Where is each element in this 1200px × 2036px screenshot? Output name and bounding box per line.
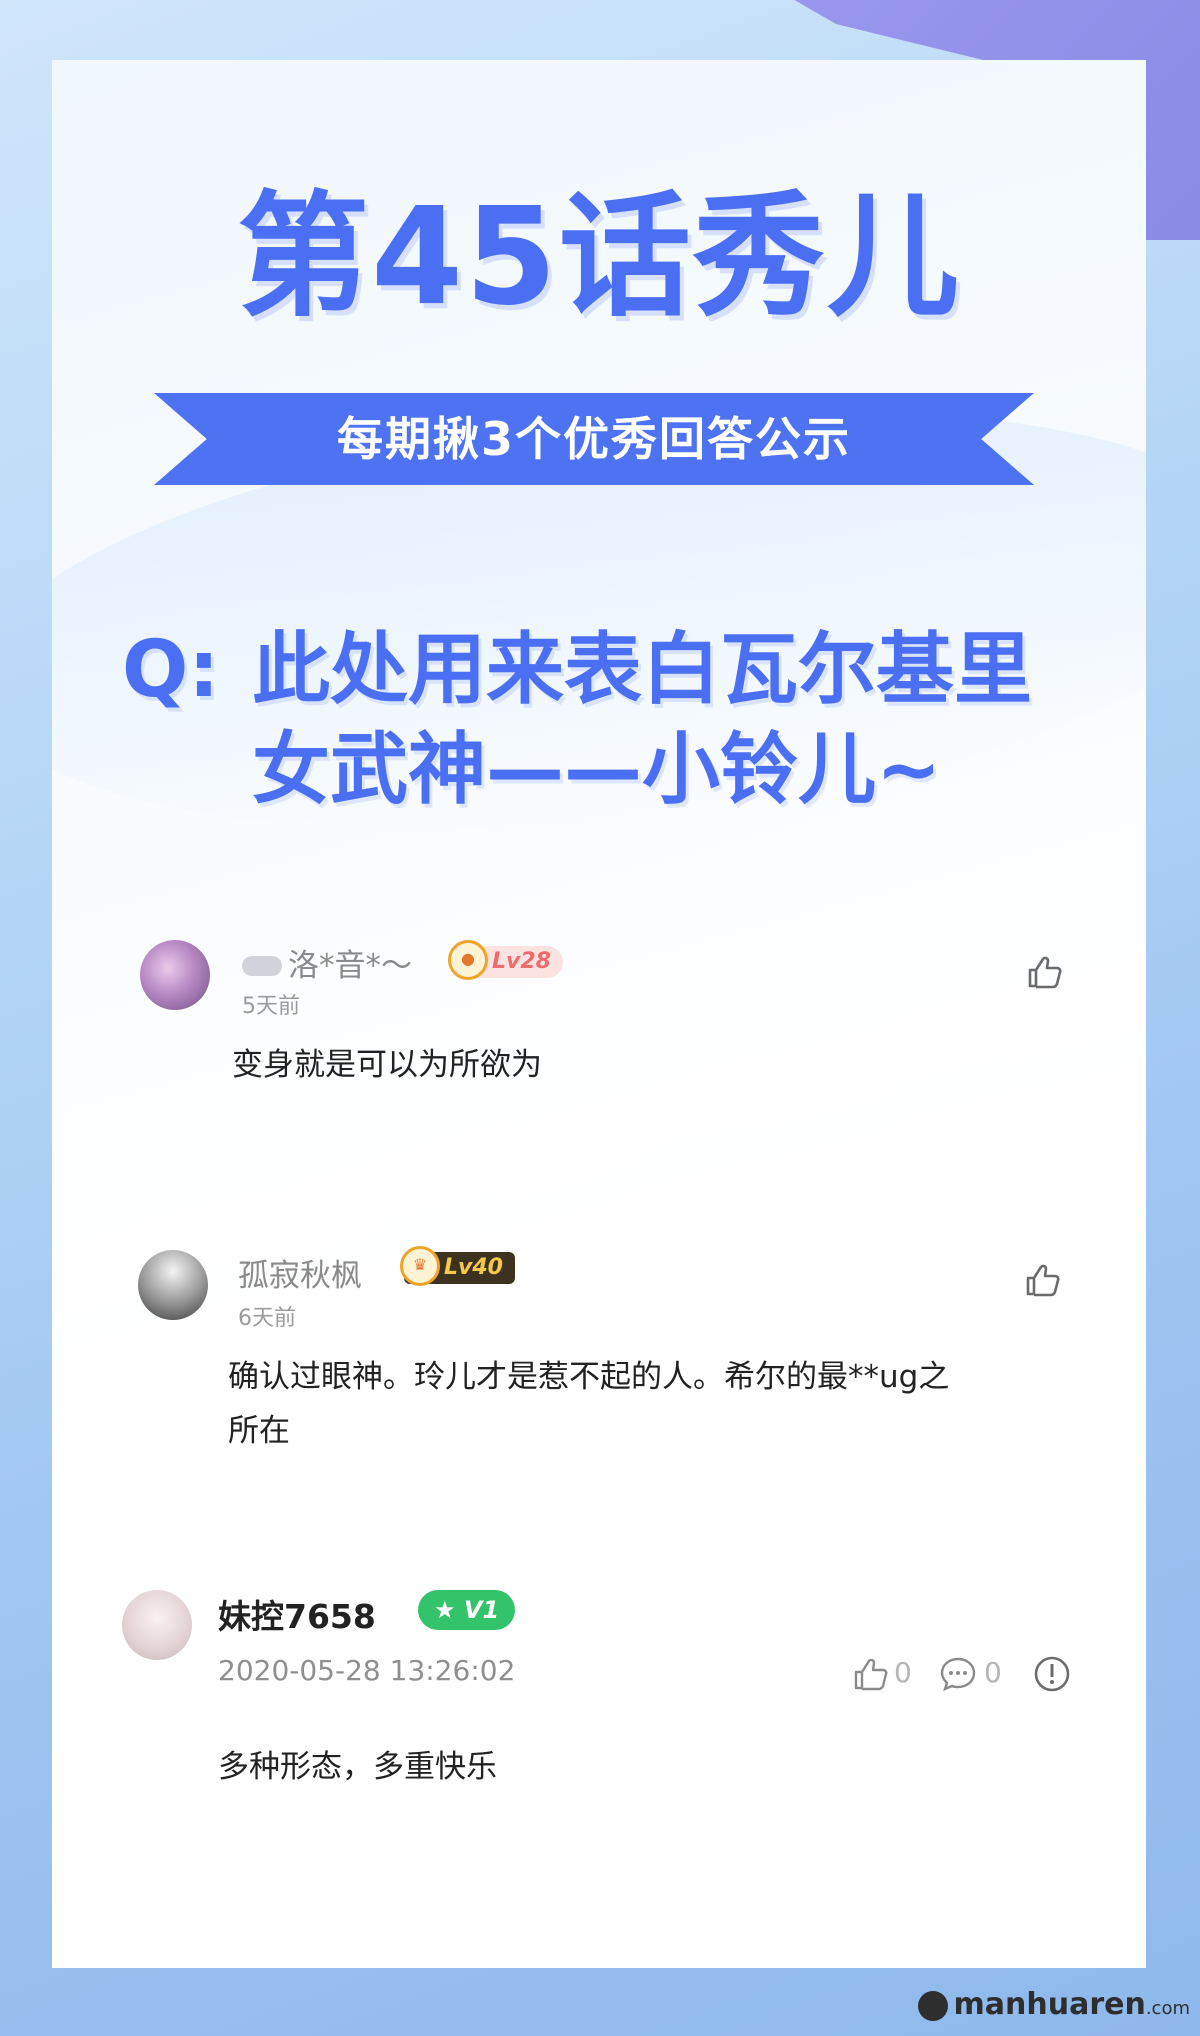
comment-line: 所在: [228, 1413, 290, 1449]
thumbs-up-icon[interactable]: [1024, 952, 1064, 992]
thumbs-up-icon[interactable]: [1022, 1260, 1062, 1300]
comment-3: 妹控7658 ★ V1 2020-05-28 13:26:02 0 0 多种形态…: [52, 1590, 1146, 1890]
comment-content-3: 多种形态，多重快乐: [218, 1749, 497, 1785]
content-card: 第45话秀儿 每期揪3个优秀回答公示 Q: 此处用来表白瓦尔基里 女武神——小铃…: [52, 60, 1146, 1968]
thumbs-up-icon[interactable]: [850, 1654, 890, 1694]
comment-1: 洛*音*～ ● Lv28 5天前 变身就是可以为所欲为: [52, 940, 1146, 1170]
ribbon-banner: 每期揪3个优秀回答公示: [154, 393, 1034, 485]
avatar[interactable]: [140, 940, 210, 1010]
like-count: 0: [894, 1656, 912, 1689]
watermark: manhuaren.com: [917, 1987, 1190, 2022]
comment-content-1: 变身就是可以为所欲为: [232, 1047, 542, 1083]
manhuaren-logo-icon: [917, 1990, 948, 2021]
comment-time-3: 2020-05-28 13:26:02: [218, 1654, 516, 1687]
level-icon: ●: [448, 940, 488, 980]
ribbon-text: 每期揪3个优秀回答公示: [336, 412, 851, 466]
comment-line: 确认过眼神。玲儿才是惹不起的人。希尔的最**ug之: [228, 1359, 950, 1395]
comment-time-1: 5天前: [242, 994, 300, 1019]
report-icon[interactable]: [1032, 1654, 1072, 1694]
episode-title: 第45话秀儿: [237, 178, 961, 336]
level-badge-1: ● Lv28: [448, 940, 563, 980]
username-3[interactable]: 妹控7658: [218, 1590, 376, 1638]
comment-2: 孤寂秋枫 ♛ Lv40 6天前 确认过眼神。玲儿才是惹不起的人。希尔的最**ug…: [52, 1240, 1146, 1540]
comment-time-2: 6天前: [238, 1306, 296, 1331]
star-icon: ★: [434, 1596, 464, 1624]
vip-badge: ★ V1: [418, 1590, 516, 1630]
username-1[interactable]: 洛*音*～: [242, 940, 412, 985]
cloud-icon: [242, 955, 282, 976]
level-badge-2: ♛ Lv40: [400, 1246, 515, 1286]
question-text: 此处用来表白瓦尔基里 女武神——小铃儿~: [252, 625, 1033, 815]
username-2[interactable]: 孤寂秋枫: [238, 1250, 362, 1295]
avatar[interactable]: [138, 1250, 208, 1320]
avatar[interactable]: [122, 1590, 192, 1660]
reply-count: 0: [984, 1656, 1002, 1689]
question-prefix: Q:: [122, 625, 220, 715]
crown-icon: ♛: [400, 1246, 440, 1286]
comment-content-2: 确认过眼神。玲儿才是惹不起的人。希尔的最**ug之 所在: [228, 1350, 949, 1458]
comment-bubble-icon[interactable]: [938, 1654, 978, 1694]
